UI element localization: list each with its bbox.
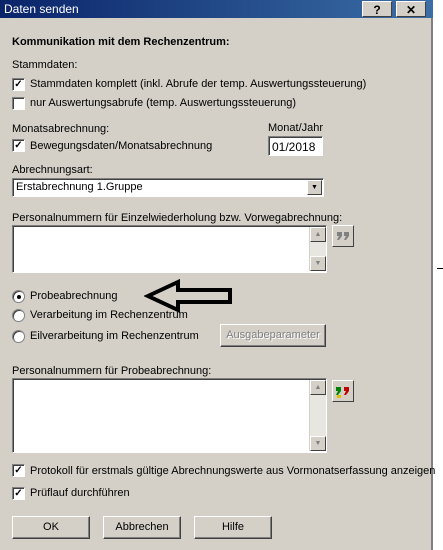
personal-einzel-textarea[interactable] (12, 225, 327, 273)
monat-jahr-input[interactable]: 01/2018 (268, 136, 323, 156)
eilverarbeitung-radio[interactable] (12, 330, 25, 343)
personal-probe-scrollbar[interactable]: ▲ ▼ (309, 380, 326, 451)
abrechnungsart-label: Abrechnungsart: (12, 164, 93, 176)
ok-button[interactable]: OK (12, 516, 90, 539)
protokoll-label: Protokoll für erstmals gültige Abrechnun… (30, 465, 436, 477)
personal-probe-textarea[interactable] (12, 378, 327, 453)
help-button[interactable]: Hilfe (194, 516, 272, 539)
personal-einzel-scrollbar[interactable]: ▲ ▼ (309, 227, 326, 271)
title-bar[interactable]: Daten senden ? ✕ (0, 0, 433, 18)
eilverarbeitung-label: Eilverarbeitung im Rechenzentrum (30, 330, 199, 342)
ausgabeparameter-button[interactable]: Ausgabeparameter (220, 324, 326, 347)
scroll-down-icon[interactable]: ▼ (310, 436, 326, 451)
help-title-button[interactable]: ? (362, 1, 392, 17)
monat-jahr-label: Monat/Jahr (268, 122, 324, 134)
monatsabrechnung-label: Monatsabrechnung: (12, 123, 110, 135)
verarbeitung-radio[interactable] (12, 309, 25, 322)
scroll-up-icon[interactable]: ▲ (310, 380, 326, 395)
quote-icon[interactable] (332, 225, 354, 247)
abrechnungsart-value: Erstabrechnung 1.Gruppe (16, 181, 143, 193)
quote-color-icon[interactable] (332, 380, 354, 402)
probeabrechnung-radio[interactable] (12, 290, 25, 303)
stammdaten-label: Stammdaten: (12, 59, 78, 71)
dialog-heading: Kommunikation mit dem Rechenzentrum: (12, 36, 230, 48)
probeabrechnung-label: Probeabrechnung (30, 290, 118, 302)
stammdaten-komplett-checkbox[interactable]: ✓ (12, 78, 25, 91)
window-title: Daten senden (4, 2, 79, 16)
abrechnungsart-select[interactable]: Erstabrechnung 1.Gruppe ▼ (12, 178, 324, 197)
stammdaten-komplett-label: Stammdaten komplett (inkl. Abrufe der te… (30, 78, 367, 90)
protokoll-checkbox[interactable]: ✓ (12, 464, 25, 477)
bewegungsdaten-label: Bewegungsdaten/Monatsabrechnung (30, 140, 213, 152)
pruflauf-label: Prüflauf durchführen (30, 487, 130, 499)
bewegungsdaten-checkbox[interactable]: ✓ (12, 139, 25, 152)
close-title-button[interactable]: ✕ (396, 1, 426, 17)
personal-probe-label: Personalnummern für Probeabrechnung: (12, 365, 212, 377)
background-window-line (437, 268, 443, 269)
scroll-up-icon[interactable]: ▲ (310, 227, 326, 242)
cancel-button[interactable]: Abbrechen (103, 516, 181, 539)
annotation-arrow-icon (144, 278, 232, 314)
pruflauf-checkbox[interactable]: ✓ (12, 487, 25, 500)
personal-einzel-label: Personalnummern für Einzelwiederholung b… (12, 212, 343, 224)
auswertungsabrufe-label: nur Auswertungsabrufe (temp. Auswertungs… (30, 97, 296, 109)
scroll-down-icon[interactable]: ▼ (310, 256, 326, 271)
chevron-down-icon[interactable]: ▼ (307, 180, 322, 195)
auswertungsabrufe-checkbox[interactable] (12, 97, 25, 110)
